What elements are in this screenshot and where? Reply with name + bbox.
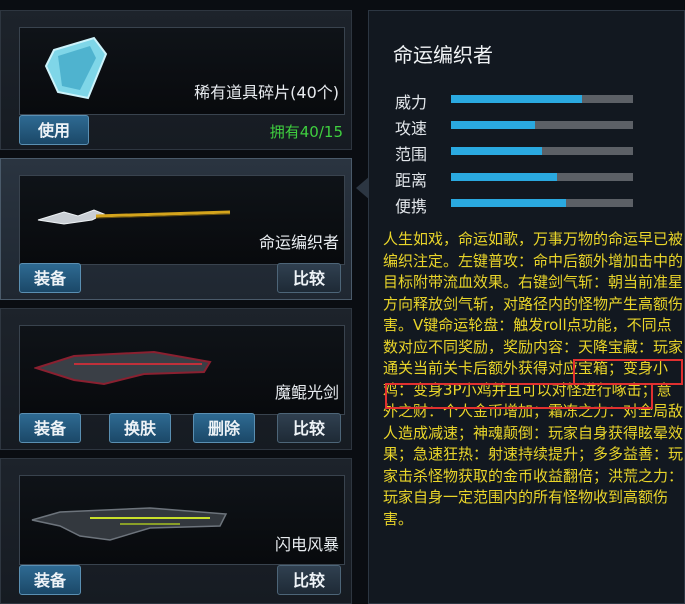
stat-bar-fill bbox=[451, 173, 557, 181]
detail-title: 命运编织者 bbox=[393, 43, 493, 67]
detail-panel: 命运编织者 威力 攻速 范围 距离 便携 人生如戏，命运如歌，万事万物的命运早已… bbox=[368, 10, 685, 604]
item-name: 闪电风暴 bbox=[274, 535, 339, 554]
stat-bar bbox=[451, 199, 633, 207]
stat-bar-fill bbox=[451, 199, 566, 207]
stat-bar bbox=[451, 173, 633, 181]
sword-icon bbox=[37, 209, 231, 225]
stat-label: 范围 bbox=[395, 145, 428, 164]
equip-button[interactable]: 装备 bbox=[19, 263, 81, 293]
rifle-icon bbox=[31, 507, 228, 541]
compare-button[interactable]: 比较 bbox=[277, 413, 341, 443]
stat-bar-fill bbox=[451, 147, 542, 155]
equip-button[interactable]: 装备 bbox=[19, 413, 81, 443]
equip-button[interactable]: 装备 bbox=[19, 565, 81, 595]
compare-button[interactable]: 比较 bbox=[277, 263, 341, 293]
compare-button[interactable]: 比较 bbox=[277, 565, 341, 595]
highlight-box bbox=[385, 383, 653, 409]
stat-label: 攻速 bbox=[395, 119, 428, 138]
stat-bar bbox=[451, 95, 633, 103]
stat-label: 便携 bbox=[395, 197, 428, 216]
skin-button[interactable]: 换肤 bbox=[109, 413, 171, 443]
stat-bar-fill bbox=[451, 95, 583, 103]
stat-label: 距离 bbox=[395, 171, 428, 190]
item-card-lightning-storm[interactable]: 闪电风暴 装备 比较 bbox=[0, 458, 352, 604]
stat-bar-fill bbox=[451, 121, 535, 129]
item-name: 稀有道具碎片(40个) bbox=[194, 83, 339, 102]
stat-bar bbox=[451, 121, 633, 129]
stat-bar bbox=[451, 147, 633, 155]
owned-count: 拥有40/15 bbox=[269, 123, 343, 141]
item-name: 魔鲲光剑 bbox=[274, 383, 339, 402]
item-card-fragment[interactable]: 稀有道具碎片(40个) 使用 拥有40/15 bbox=[0, 10, 352, 150]
stat-label: 威力 bbox=[395, 93, 428, 112]
item-card-lightsaber[interactable]: 魔鲲光剑 装备 换肤 删除 比较 bbox=[0, 308, 352, 450]
item-name: 命运编织者 bbox=[258, 233, 339, 252]
delete-button[interactable]: 删除 bbox=[193, 413, 255, 443]
lightsaber-icon bbox=[34, 350, 212, 386]
use-button[interactable]: 使用 bbox=[19, 115, 89, 145]
highlight-box bbox=[573, 359, 683, 385]
shard-icon bbox=[44, 36, 108, 100]
item-card-fate-weaver[interactable]: 命运编织者 装备 比较 bbox=[0, 158, 352, 300]
